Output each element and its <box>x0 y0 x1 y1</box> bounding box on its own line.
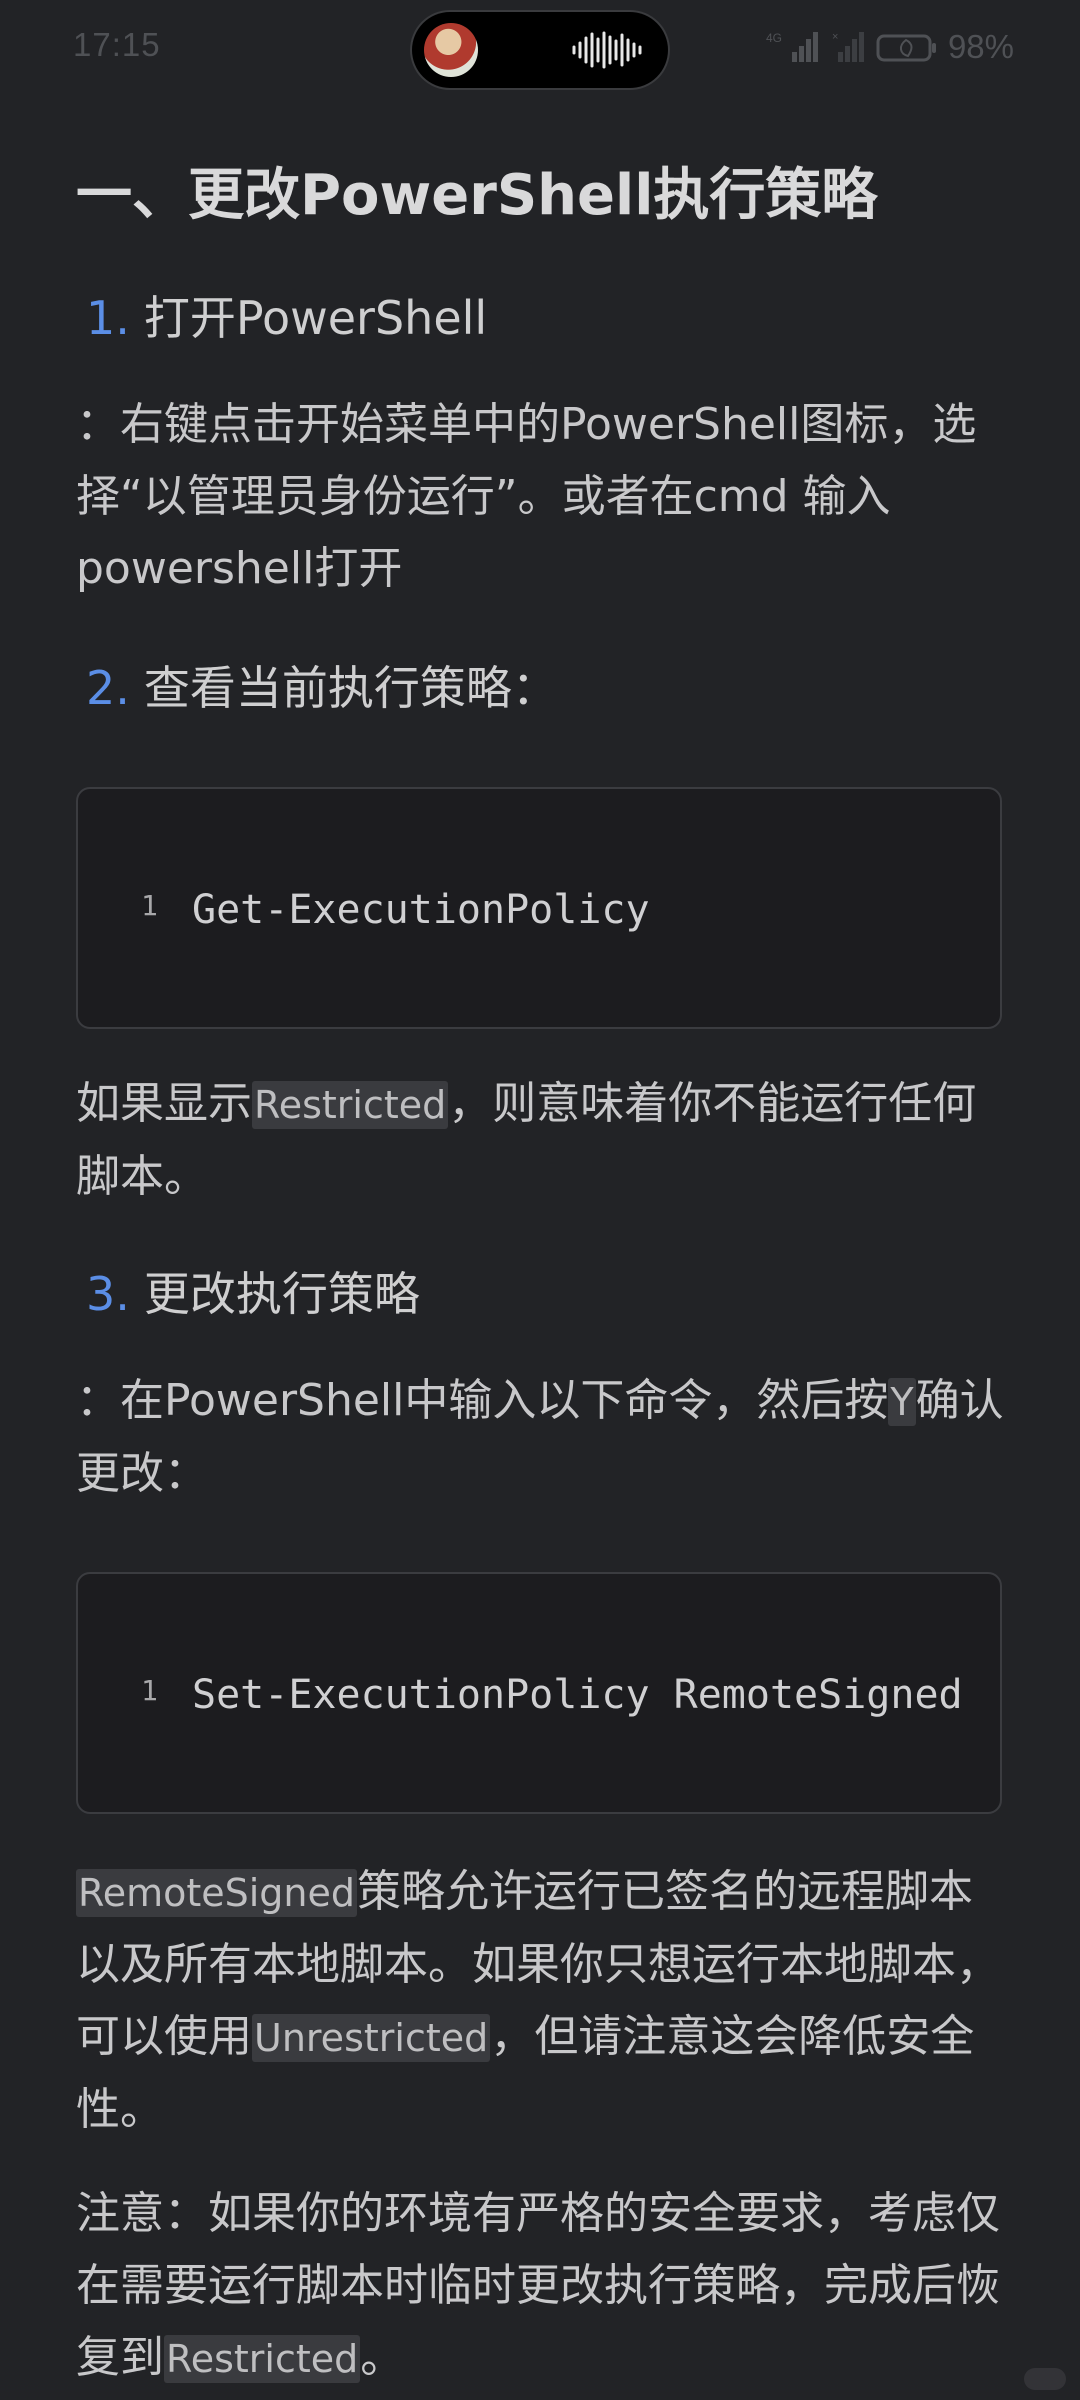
step-label: 查看当前执行策略： <box>143 661 558 715</box>
text-segment: 如果显示 <box>76 1078 252 1129</box>
step-number: 2. <box>86 661 130 715</box>
paragraph-open-powershell: ：右键点击开始菜单中的PowerShell图标，选择“以管理员身份运行”。或者在… <box>76 399 977 594</box>
step-1: 1. 打开PowerShell <box>86 282 487 348</box>
inline-code: Restricted <box>252 1081 449 1129</box>
status-icons: 4G × 98% <box>766 28 1014 66</box>
audio-wave-icon <box>572 31 642 69</box>
paragraph-restricted: 如果显示Restricted，则意味着你不能运行任何脚本。 <box>76 1068 1016 1213</box>
paragraph-note: 注意：如果你的环境有严格的安全要求，考虑仅在需要运行脚本时临时更改执行策略，完成… <box>76 2178 1016 2395</box>
step-number: 1. <box>86 291 130 345</box>
code-line[interactable]: Get-ExecutionPolicy <box>192 887 650 933</box>
avatar <box>424 23 478 77</box>
dynamic-island[interactable] <box>412 12 668 88</box>
status-time: 17:15 <box>73 26 161 63</box>
network-type-label: 4G <box>766 31 782 45</box>
paragraph-remotesigned: RemoteSigned策略允许运行已签名的远程脚本以及所有本地脚本。如果你只想… <box>76 1856 1016 2146</box>
step-2: 2. 查看当前执行策略： <box>86 652 558 718</box>
signal-4g-icon: 4G <box>766 31 818 62</box>
step-label: 更改执行策略 <box>143 1267 420 1321</box>
text-segment: ：在PowerShell中输入以下命令，然后按 <box>76 1375 889 1426</box>
step-3: 3. 更改执行策略 <box>86 1258 420 1324</box>
text-segment: 。 <box>360 2332 405 2383</box>
svg-text:×: × <box>832 31 838 43</box>
signal-no-service-icon: × <box>832 31 864 62</box>
step-number: 3. <box>86 1267 130 1321</box>
inline-code: Restricted <box>164 2335 361 2383</box>
paragraph-change-command: ：在PowerShell中输入以下命令，然后按Y确认更改： <box>76 1365 1016 1510</box>
section-heading: 一、更改PowerShell执行策略 <box>76 163 878 228</box>
line-number: 1 <box>141 889 158 922</box>
code-block-set-policy[interactable]: 1 Set-ExecutionPolicy RemoteSigned <box>76 1572 1002 1814</box>
inline-code: Y <box>888 1378 916 1426</box>
watermark <box>1024 2368 1066 2390</box>
step-label: 打开PowerShell <box>143 291 488 345</box>
battery-percent: 98% <box>947 28 1014 65</box>
status-bar: 17:15 4G × 98% <box>0 0 1080 100</box>
inline-code: Unrestricted <box>252 2014 491 2062</box>
battery-icon <box>876 34 936 62</box>
code-block-get-policy[interactable]: 1 Get-ExecutionPolicy <box>76 787 1002 1029</box>
line-number: 1 <box>141 1674 158 1707</box>
code-line[interactable]: Set-ExecutionPolicy RemoteSigned <box>192 1672 963 1718</box>
inline-code: RemoteSigned <box>76 1869 358 1917</box>
